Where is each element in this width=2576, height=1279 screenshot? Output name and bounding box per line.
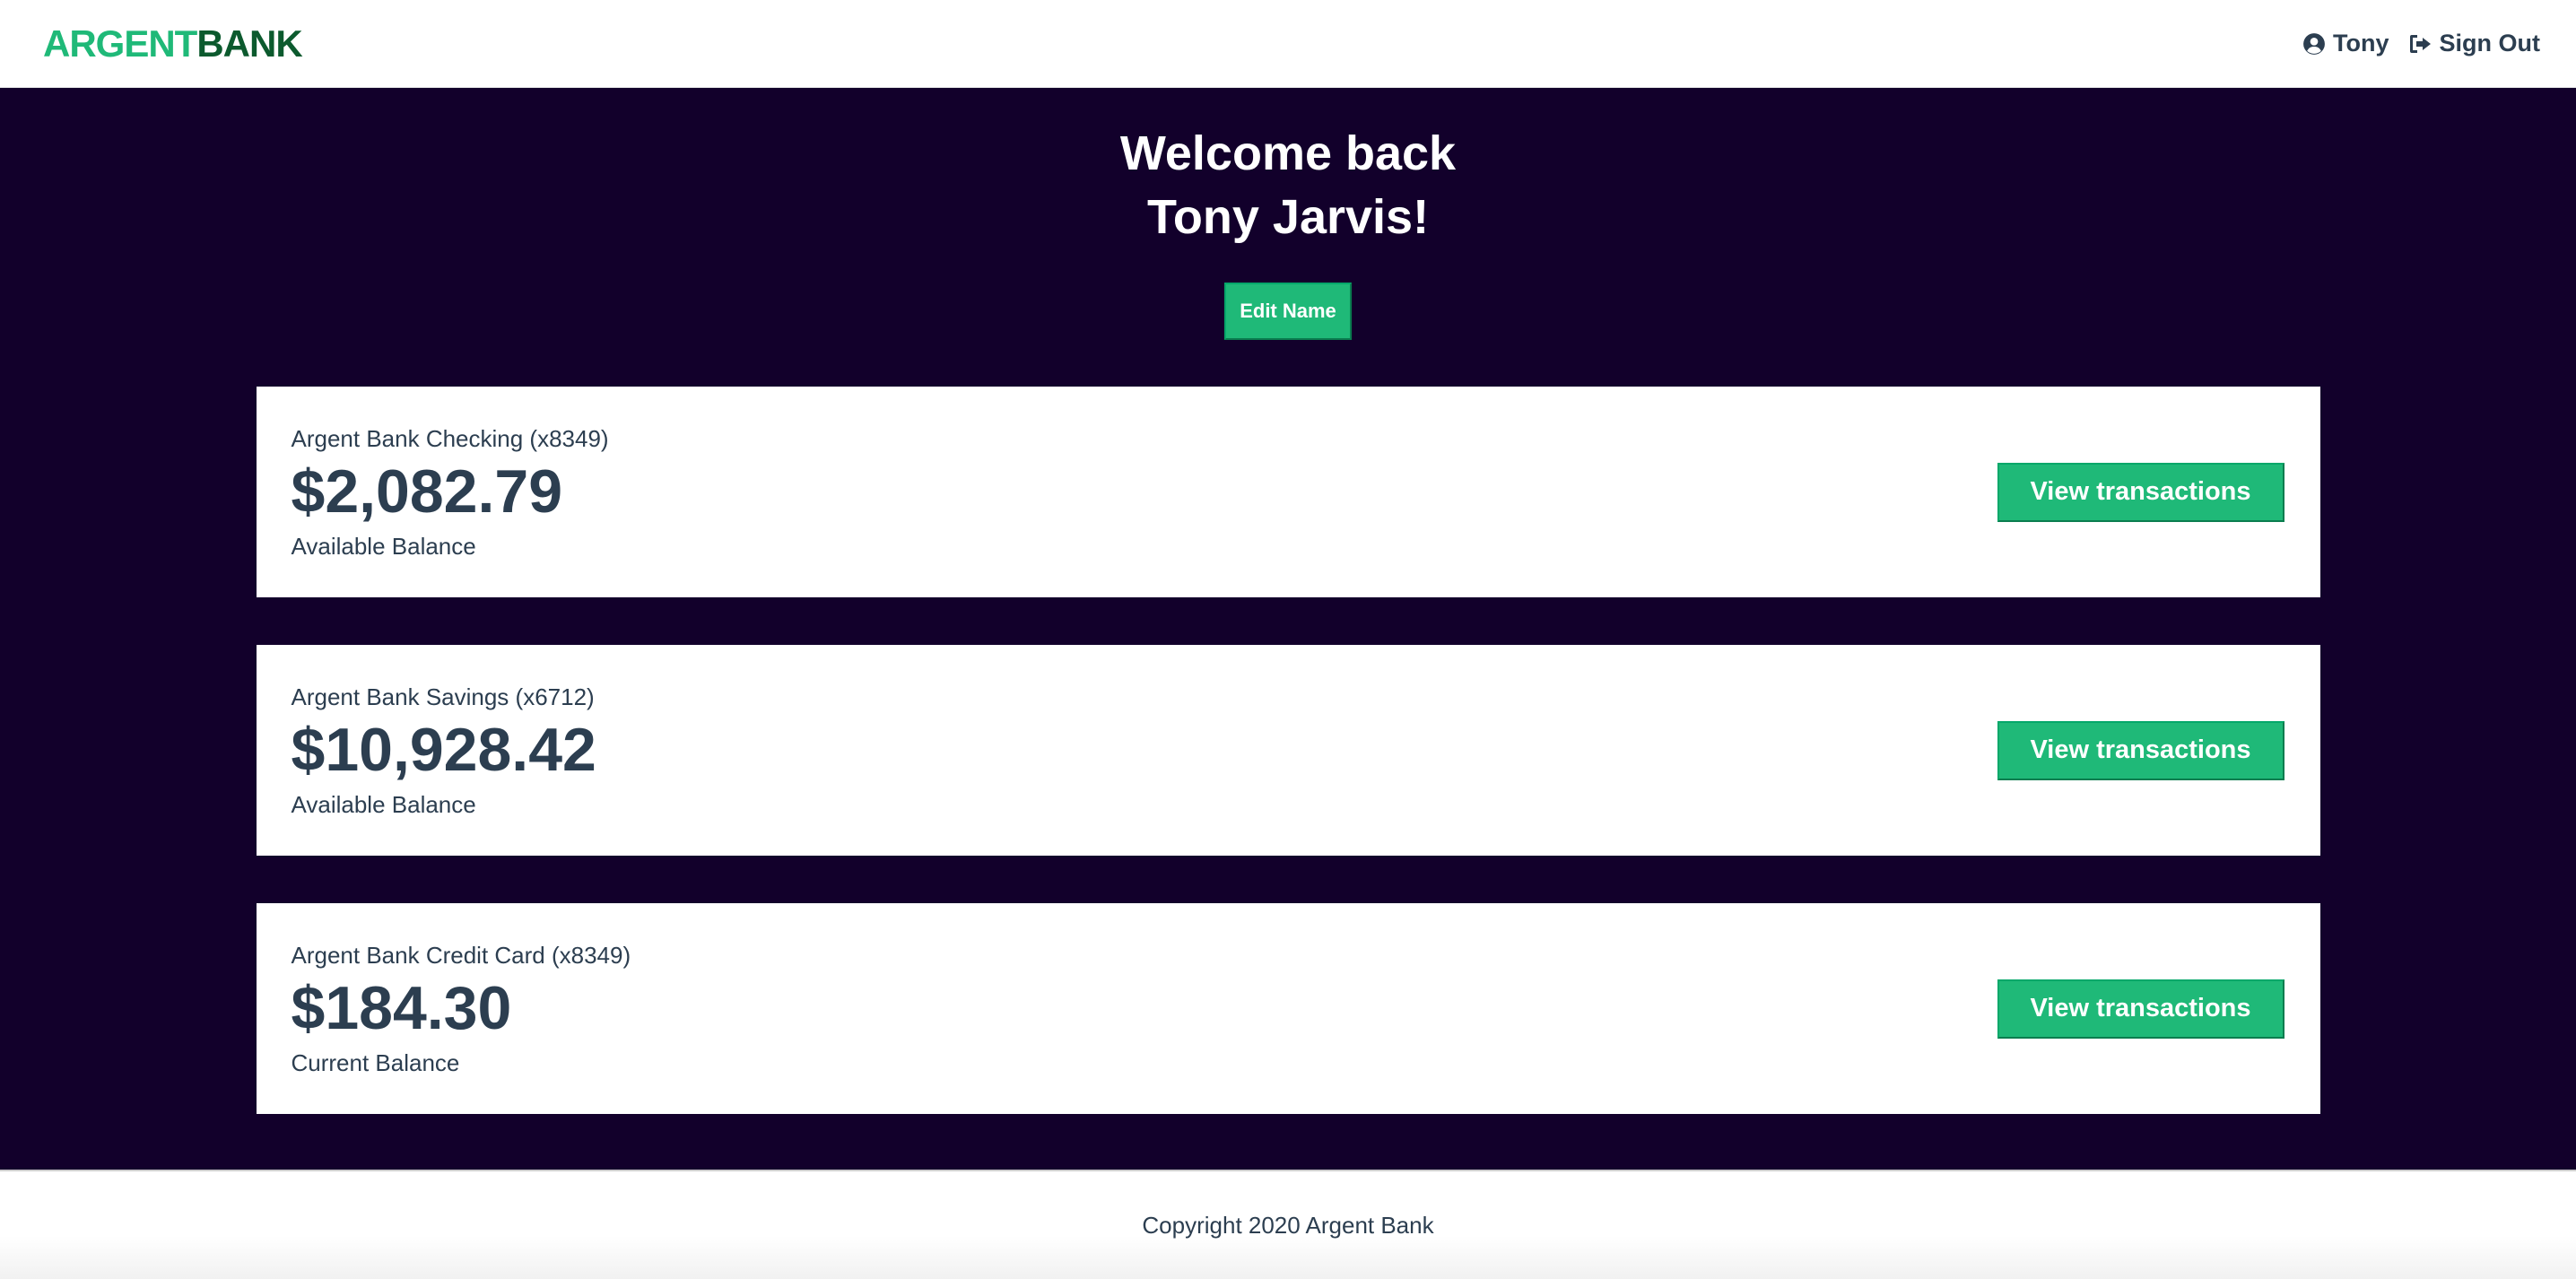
sign-out-link[interactable]: Sign Out bbox=[2409, 30, 2540, 57]
account-amount: $10,928.42 bbox=[291, 715, 596, 784]
edit-name-button[interactable]: Edit Name bbox=[1224, 283, 1352, 340]
account-title: Argent Bank Savings (x6712) bbox=[291, 683, 595, 710]
account-card-credit: Argent Bank Credit Card (x8349) $184.30 … bbox=[256, 903, 2320, 1114]
account-info: Argent Bank Credit Card (x8349) $184.30 … bbox=[292, 942, 631, 1076]
account-info: Argent Bank Savings (x6712) $10,928.42 A… bbox=[292, 683, 596, 818]
view-transactions-button[interactable]: View transactions bbox=[1997, 462, 2284, 522]
welcome-line: Welcome back bbox=[1119, 126, 1457, 180]
account-amount: $2,082.79 bbox=[291, 457, 563, 526]
account-title: Argent Bank Checking (x8349) bbox=[291, 424, 609, 452]
account-balance-label: Available Balance bbox=[291, 790, 476, 818]
accounts-list: Argent Bank Checking (x8349) $2,082.79 A… bbox=[0, 387, 2576, 1114]
view-transactions-button[interactable]: View transactions bbox=[1997, 720, 2284, 780]
welcome-header: Welcome back Tony Jarvis! Edit Name bbox=[0, 122, 2576, 340]
view-transactions-button[interactable]: View transactions bbox=[1997, 979, 2284, 1039]
account-info: Argent Bank Checking (x8349) $2,082.79 A… bbox=[292, 425, 609, 560]
sign-out-label: Sign Out bbox=[2439, 30, 2540, 57]
user-name-label: Tony bbox=[2333, 30, 2389, 57]
logo-text-bank: BANK bbox=[196, 22, 302, 65]
argent-bank-logo[interactable]: ARGENT BANK bbox=[43, 22, 303, 65]
account-balance-label: Current Balance bbox=[291, 1048, 460, 1076]
account-card-savings: Argent Bank Savings (x6712) $10,928.42 A… bbox=[256, 645, 2320, 856]
logo-text-argent: ARGENT bbox=[43, 22, 197, 65]
user-profile-link[interactable]: Tony bbox=[2302, 30, 2389, 57]
top-navbar: ARGENT BANK Tony Sign Out bbox=[0, 0, 2576, 88]
copyright-text: Copyright 2020 Argent Bank bbox=[1142, 1211, 1434, 1239]
user-circle-icon bbox=[2302, 32, 2326, 56]
account-balance-label: Available Balance bbox=[291, 532, 476, 560]
main-content: Welcome back Tony Jarvis! Edit Name Arge… bbox=[0, 88, 2576, 1170]
nav-user-links: Tony Sign Out bbox=[2302, 30, 2540, 57]
user-full-name: Tony Jarvis! bbox=[1146, 190, 1430, 244]
page-footer: Copyright 2020 Argent Bank bbox=[0, 1170, 2576, 1279]
sign-out-icon bbox=[2409, 33, 2432, 55]
account-amount: $184.30 bbox=[291, 973, 512, 1042]
account-card-checking: Argent Bank Checking (x8349) $2,082.79 A… bbox=[256, 387, 2320, 597]
welcome-heading: Welcome back Tony Jarvis! bbox=[0, 122, 2576, 249]
account-title: Argent Bank Credit Card (x8349) bbox=[291, 941, 631, 969]
